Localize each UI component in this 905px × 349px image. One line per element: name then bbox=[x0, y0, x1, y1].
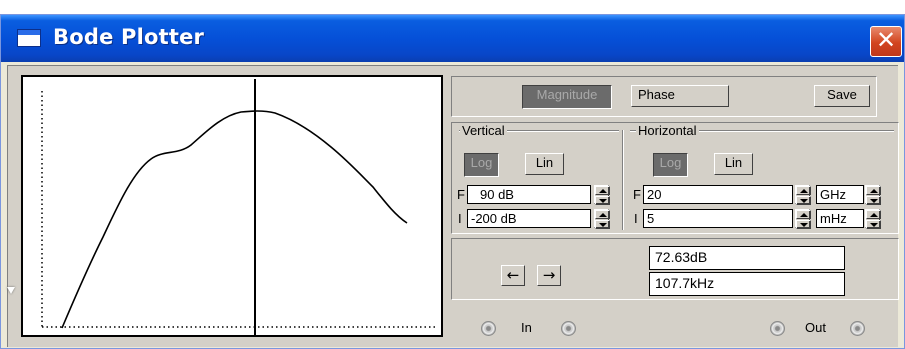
cursor-right-button[interactable]: → bbox=[537, 265, 561, 286]
vertical-initial-field[interactable]: -200 dB bbox=[467, 209, 591, 228]
vertical-initial-spinner[interactable] bbox=[594, 209, 610, 229]
out-terminal-label: Out bbox=[805, 320, 826, 335]
horizontal-final-unit-up[interactable] bbox=[866, 186, 881, 195]
group-divider bbox=[622, 130, 624, 230]
spin-down-icon bbox=[870, 199, 878, 203]
spin-up-icon bbox=[800, 189, 808, 193]
bode-plotter-window: Bode Plotter ✕ Magnitude Phase Save Vert… bbox=[0, 14, 905, 349]
title-bar[interactable]: Bode Plotter ✕ bbox=[1, 15, 904, 62]
spin-up-icon bbox=[870, 213, 878, 217]
save-button[interactable]: Save bbox=[814, 85, 870, 107]
spin-up-icon bbox=[870, 189, 878, 193]
cursor-readout-panel: ← → 72.63dB 107.7kHz bbox=[451, 238, 899, 300]
horizontal-initial-unit-spinner[interactable] bbox=[865, 209, 881, 229]
horizontal-final-up[interactable] bbox=[796, 186, 811, 195]
in-terminal-plus[interactable] bbox=[481, 321, 496, 336]
horizontal-final-spinner[interactable] bbox=[795, 185, 811, 205]
in-terminal-minus[interactable] bbox=[561, 321, 576, 336]
magnitude-button[interactable]: Magnitude bbox=[522, 85, 612, 109]
horizontal-initial-unit[interactable]: mHz bbox=[816, 209, 864, 228]
horizontal-group-label: Horizontal bbox=[636, 123, 699, 138]
out-terminal-minus[interactable] bbox=[850, 321, 865, 336]
horizontal-initial-spinner[interactable] bbox=[795, 209, 811, 229]
horizontal-initial-unit-down[interactable] bbox=[866, 220, 881, 229]
horizontal-final-unit[interactable]: GHz bbox=[816, 185, 864, 204]
spin-down-icon bbox=[599, 199, 607, 203]
vertical-group-label: Vertical bbox=[460, 123, 507, 138]
horizontal-log-button[interactable]: Log bbox=[653, 153, 688, 177]
horizontal-initial-field[interactable]: 5 bbox=[643, 209, 793, 228]
window-icon bbox=[17, 29, 41, 47]
spin-up-icon bbox=[599, 189, 607, 193]
cursor-left-button[interactable]: ← bbox=[501, 265, 525, 286]
vertical-final-label: F bbox=[457, 187, 465, 202]
vertical-lin-button[interactable]: Lin bbox=[525, 153, 564, 175]
cursor-arrow-icon bbox=[7, 287, 15, 294]
magnitude-readout: 72.63dB bbox=[649, 246, 845, 270]
vertical-initial-label: I bbox=[458, 211, 462, 226]
horizontal-final-label: F bbox=[633, 187, 641, 202]
bode-plot-display bbox=[21, 75, 443, 337]
horizontal-initial-unit-up[interactable] bbox=[866, 210, 881, 219]
instrument-body: Magnitude Phase Save Vertical Horizontal… bbox=[7, 65, 899, 347]
horizontal-initial-label: I bbox=[634, 211, 638, 226]
vertical-final-down[interactable] bbox=[595, 196, 610, 205]
close-button[interactable]: ✕ bbox=[870, 26, 902, 57]
frequency-readout: 107.7kHz bbox=[649, 272, 845, 296]
horizontal-initial-down[interactable] bbox=[796, 220, 811, 229]
spin-up-icon bbox=[599, 213, 607, 217]
magnitude-curve bbox=[61, 110, 408, 329]
out-terminal-plus[interactable] bbox=[770, 321, 785, 336]
spin-down-icon bbox=[870, 223, 878, 227]
horizontal-initial-up[interactable] bbox=[796, 210, 811, 219]
horizontal-final-down[interactable] bbox=[796, 196, 811, 205]
window-title: Bode Plotter bbox=[53, 25, 205, 49]
mode-bar: Magnitude Phase Save bbox=[451, 76, 877, 117]
spin-down-icon bbox=[800, 199, 808, 203]
vertical-final-spinner[interactable] bbox=[594, 185, 610, 205]
horizontal-final-unit-spinner[interactable] bbox=[865, 185, 881, 205]
vertical-initial-up[interactable] bbox=[595, 210, 610, 219]
horizontal-final-field[interactable]: 20 bbox=[643, 185, 793, 204]
bode-plot-svg bbox=[41, 79, 435, 335]
spin-down-icon bbox=[599, 223, 607, 227]
vertical-initial-down[interactable] bbox=[595, 220, 610, 229]
horizontal-lin-button[interactable]: Lin bbox=[714, 153, 753, 175]
vertical-final-up[interactable] bbox=[595, 186, 610, 195]
horizontal-final-unit-down[interactable] bbox=[866, 196, 881, 205]
vertical-final-field[interactable]: 90 dB bbox=[467, 185, 591, 204]
spin-down-icon bbox=[800, 223, 808, 227]
phase-button[interactable]: Phase bbox=[631, 85, 729, 107]
in-terminal-label: In bbox=[521, 320, 532, 335]
spin-up-icon bbox=[800, 213, 808, 217]
axis-settings-panel: Vertical Horizontal Log Lin F 90 dB I -2… bbox=[451, 122, 899, 234]
vertical-log-button[interactable]: Log bbox=[464, 153, 499, 177]
